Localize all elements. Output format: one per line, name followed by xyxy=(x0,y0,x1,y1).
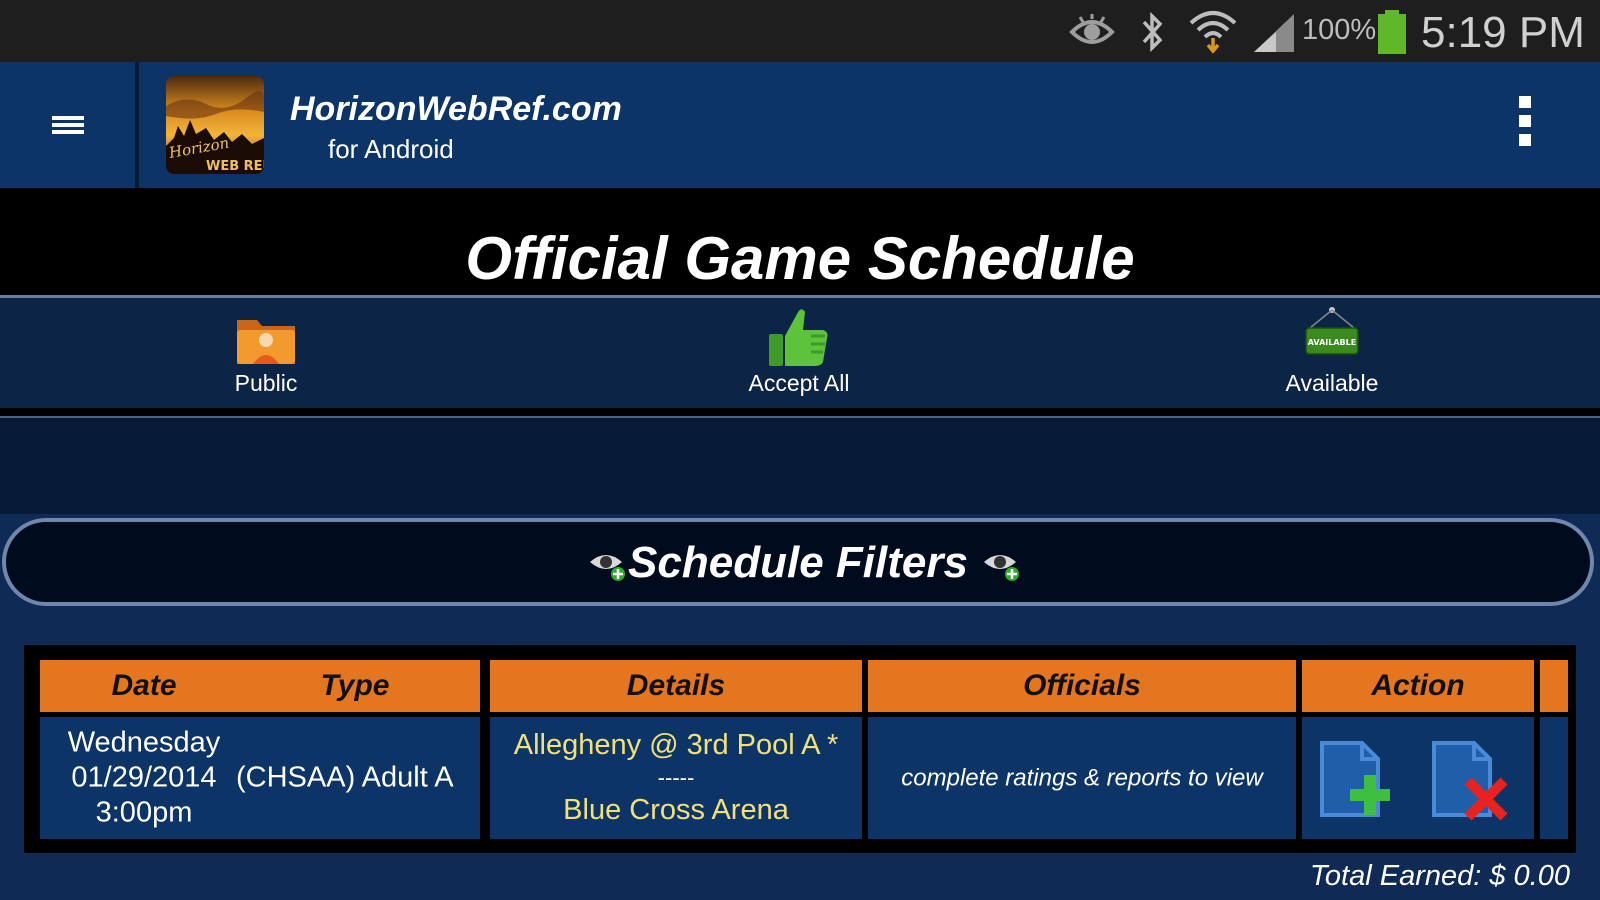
cell-extra xyxy=(1540,717,1568,839)
app-logo: Horizon WEB REF xyxy=(166,76,264,174)
action-bar: Horizon WEB REF HorizonWebRef.com for An… xyxy=(0,62,1600,188)
public-folder-icon xyxy=(237,320,295,364)
add-document-icon[interactable] xyxy=(1316,737,1402,821)
accept-all-label: Accept All xyxy=(748,370,850,396)
total-earned: Total Earned: $ 0.00 xyxy=(1309,860,1570,892)
svg-text:AVAILABLE: AVAILABLE xyxy=(1308,338,1356,347)
cell-officials: complete ratings & reports to view xyxy=(868,717,1296,839)
battery-icon xyxy=(1378,10,1406,54)
column-header-officials: Officials xyxy=(868,660,1296,712)
status-bar: 100% 5:19 PM xyxy=(0,0,1600,62)
bluetooth-icon xyxy=(1142,12,1163,52)
column-header-type: Type xyxy=(230,660,480,712)
menu-dot xyxy=(1519,134,1531,146)
details-matchup[interactable]: Allegheny @ 3rd Pool A * xyxy=(490,728,862,763)
date-day: Wednesday xyxy=(67,726,221,759)
filter-eye-plus-icon xyxy=(984,555,1019,581)
column-header-details: Details xyxy=(490,660,862,712)
schedule-filters-button[interactable]: Schedule Filters xyxy=(2,518,1594,606)
officials-note: complete ratings & reports to view xyxy=(901,764,1263,792)
sunset-logo-icon: Horizon WEB REF xyxy=(166,76,264,174)
schedule-filters-label: Schedule Filters xyxy=(628,538,968,587)
page-title: Official Game Schedule xyxy=(465,225,1135,292)
public-button[interactable]: Public xyxy=(136,298,396,408)
wifi-icon xyxy=(1189,11,1237,54)
hamburger-line xyxy=(52,123,84,127)
cell-type: (CHSAA) Adult A xyxy=(230,717,480,839)
column-header-extra xyxy=(1540,660,1568,712)
available-label: Available xyxy=(1285,370,1379,396)
type-value: (CHSAA) Adult A xyxy=(236,761,454,794)
hamburger-line xyxy=(52,116,84,120)
battery-percent: 100% xyxy=(1302,14,1377,46)
overflow-menu-button[interactable] xyxy=(1508,96,1544,156)
spacer-band xyxy=(0,418,1600,514)
public-label: Public xyxy=(234,370,298,396)
schedule-table: Date Type Details Officials Action Wedne… xyxy=(24,645,1576,853)
menu-dot xyxy=(1519,115,1531,127)
date-time: 3:00pm xyxy=(95,796,193,829)
column-header-action: Action xyxy=(1302,660,1534,712)
schedule-toolbar: Public Accept All AVAILABLE Available xyxy=(0,298,1600,408)
thumbs-up-icon xyxy=(769,309,828,366)
accept-all-button[interactable]: Accept All xyxy=(669,298,929,408)
screen: 100% 5:19 PM Horizon WEB RE HorizonWebRe… xyxy=(0,0,1600,900)
cell-date: Wednesday 01/29/2014 3:00pm xyxy=(40,717,248,839)
details-separator: ----- xyxy=(657,765,695,790)
app-subtitle: for Android xyxy=(328,134,454,164)
eye-icon xyxy=(1069,14,1115,44)
action-bar-divider xyxy=(135,62,139,188)
date-value: 01/29/2014 xyxy=(71,761,217,794)
menu-dot xyxy=(1519,96,1531,108)
clock-time: 5:19 PM xyxy=(1421,8,1585,57)
svg-text:WEB REF: WEB REF xyxy=(206,159,264,174)
app-title: HorizonWebRef.com xyxy=(290,90,622,128)
available-sign-icon: AVAILABLE xyxy=(1305,307,1359,355)
available-button[interactable]: AVAILABLE Available xyxy=(1202,298,1462,408)
remove-document-icon[interactable] xyxy=(1428,737,1514,821)
page-title-bar: Official Game Schedule xyxy=(0,188,1600,296)
hamburger-line xyxy=(52,130,84,134)
details-venue[interactable]: Blue Cross Arena xyxy=(490,793,862,828)
nav-drawer-button[interactable] xyxy=(0,62,135,188)
cell-details: Allegheny @ 3rd Pool A * ----- Blue Cros… xyxy=(490,717,862,839)
cell-action xyxy=(1302,717,1534,839)
signal-icon xyxy=(1254,14,1294,52)
column-header-date: Date xyxy=(40,660,248,712)
